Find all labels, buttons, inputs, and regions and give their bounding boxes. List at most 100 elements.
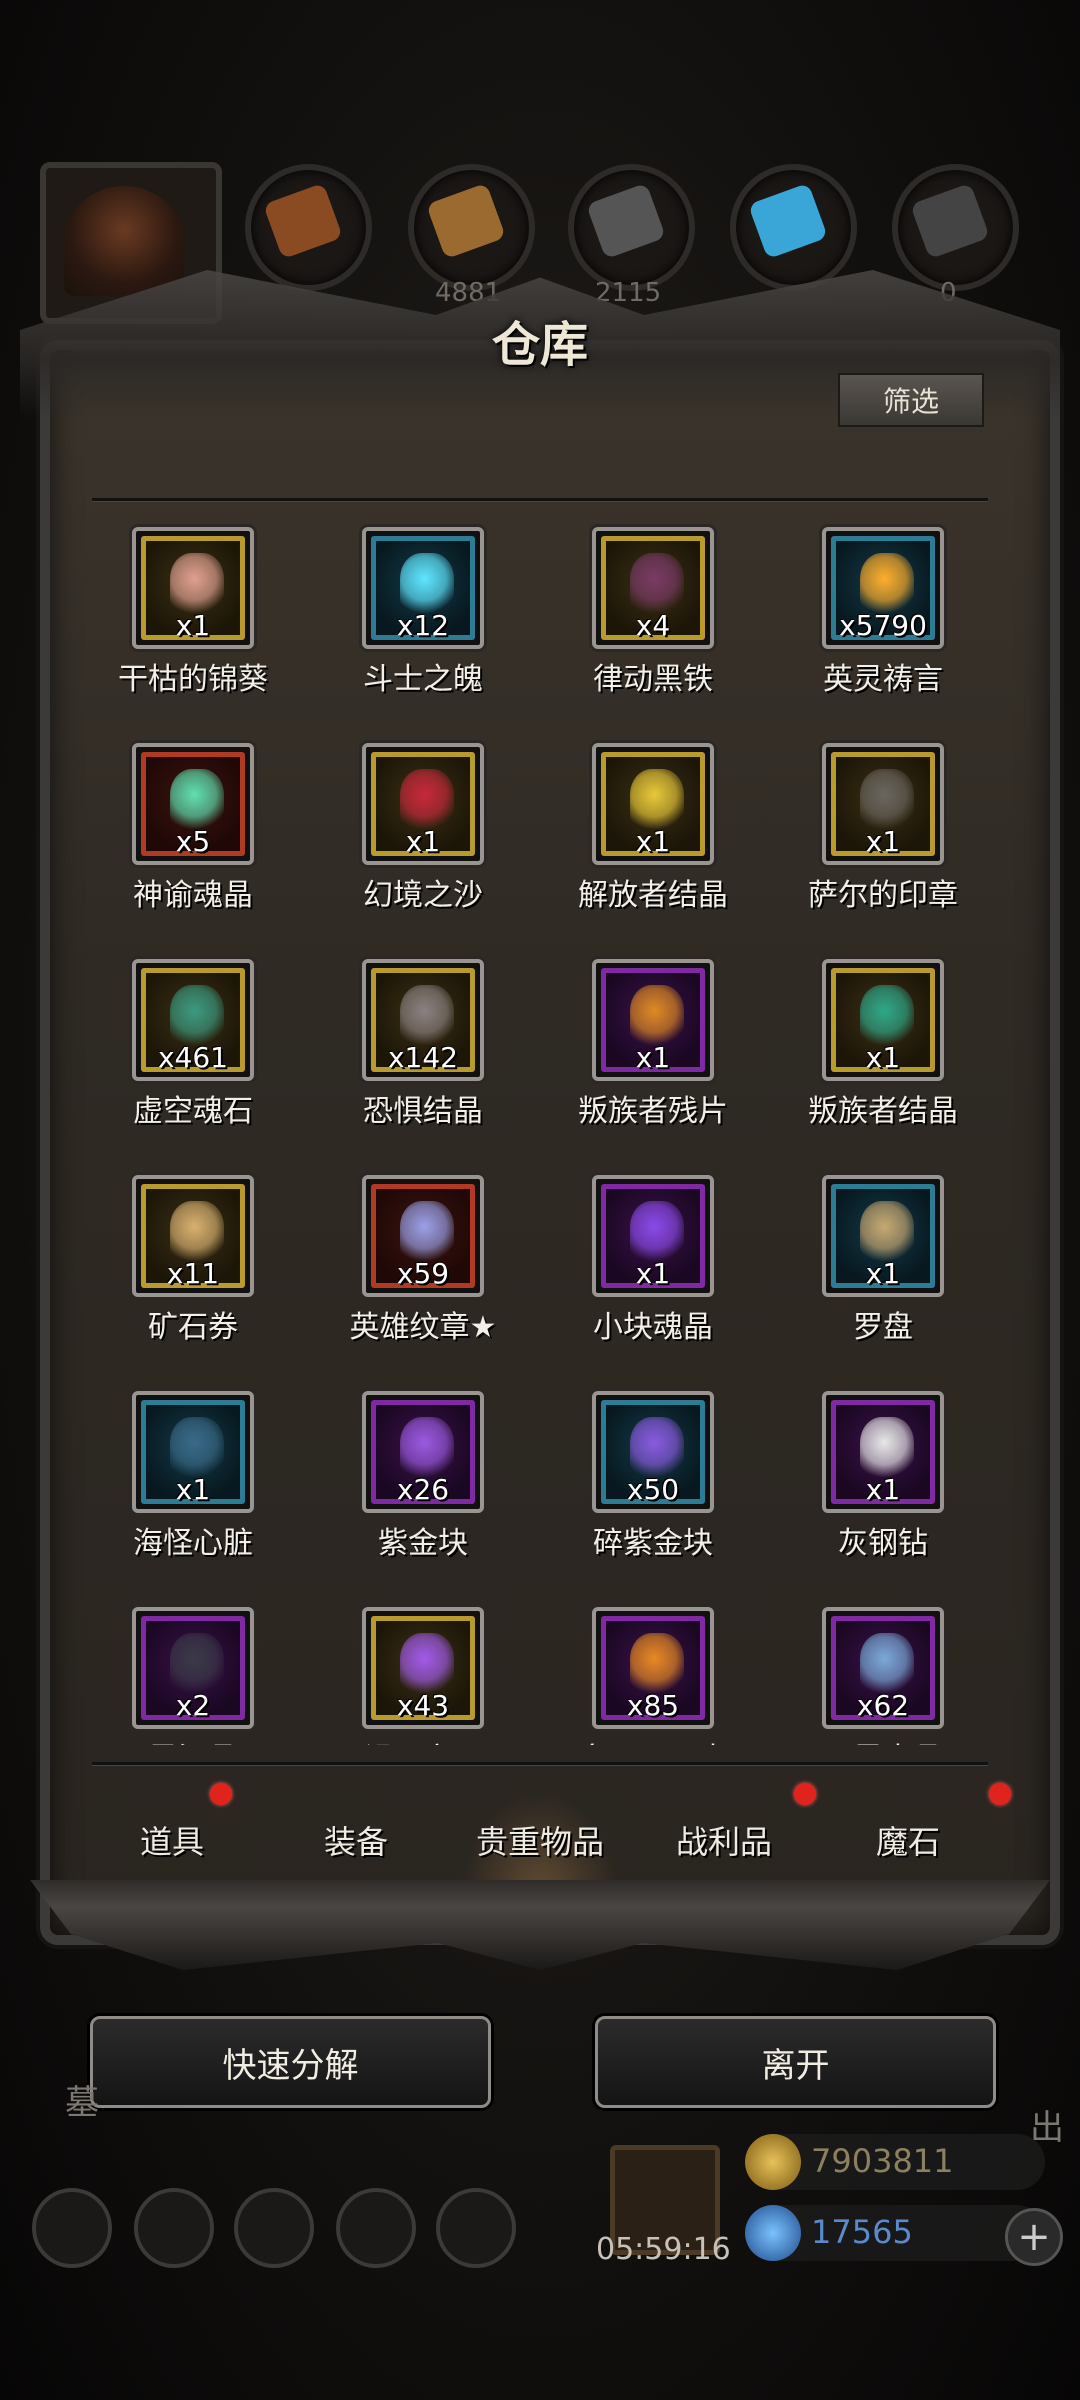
iron-ingot-icon [586,182,666,260]
item-slot[interactable]: x12 [362,527,484,649]
item-cell[interactable]: x1 叛族者结晶 [782,952,988,1168]
item-cell[interactable]: x50 碎紫金块 [552,1384,782,1600]
gift-timer: 05:59:16 [596,2232,731,2267]
item-slot[interactable]: x4 [592,527,714,649]
tab-label: 魔石 [875,1823,940,1861]
item-name: 异界中晶 [782,1734,984,1745]
fear-crystal-icon [400,985,454,1049]
item-grid: x1 干枯的锦葵 x12 斗士之魄 x4 律动黑铁 x5790 英灵祷言 x5 神谕魂晶 x1 幻境之… [92,520,988,1745]
item-slot[interactable]: x1 [592,1175,714,1297]
item-cell[interactable]: x1 小块魂晶 [552,1168,782,1384]
item-cell[interactable]: x62 异界中晶 [782,1600,988,1745]
item-slot[interactable]: x26 [362,1391,484,1513]
item-slot[interactable]: x1 [822,1175,944,1297]
item-cell[interactable]: x12 斗士之魄 [322,520,552,736]
add-gems-button[interactable]: + [1005,2208,1063,2266]
item-cell[interactable]: x4 律动黑铁 [552,520,782,736]
item-cell[interactable]: x43 诅咒之石 [322,1600,552,1745]
item-cell[interactable]: x1 罗盘 [782,1168,988,1384]
settings-gear-icon[interactable] [32,2188,112,2268]
item-cell[interactable]: x5 神谕魂晶 [92,736,322,952]
item-count: x461 [157,1041,228,1074]
item-name: 碎紫金块 [593,1526,713,1561]
item-name: 叛族者残片 [578,1094,728,1129]
item-slot[interactable]: x2 [132,1607,254,1729]
item-cell[interactable]: x1 解放者结晶 [552,736,782,952]
spirit-wood-icon [630,1633,684,1697]
filter-button[interactable]: 筛选 [838,373,984,427]
item-slot[interactable]: x5790 [822,527,944,649]
item-slot[interactable]: x43 [362,1607,484,1729]
heart-icon [170,1417,224,1481]
resource-crystal-orb[interactable] [730,164,857,291]
item-name: 斗士之魄 [363,662,483,697]
diamond-icon [860,1417,914,1481]
notification-dot-loot [794,1783,816,1805]
item-count: x11 [166,1257,220,1290]
item-cell[interactable]: x461 虚空魂石 [92,952,322,1168]
item-slot[interactable]: x1 [822,743,944,865]
item-count: x43 [396,1689,450,1722]
item-slot[interactable]: x1 [362,743,484,865]
item-cell[interactable]: x5790 英灵祷言 [782,520,988,736]
codex-icon[interactable] [234,2188,314,2268]
resource-iron-orb[interactable] [568,164,695,291]
gem-amount: 17565 [811,2213,913,2251]
star-icon[interactable] [134,2188,214,2268]
mail-icon[interactable] [336,2188,416,2268]
purple-crystal-icon [630,1201,684,1265]
item-cell[interactable]: x1 灰钢钻 [782,1384,988,1600]
item-slot[interactable]: x1 [592,743,714,865]
item-count: x1 [865,1473,901,1506]
gold-coin-icon [745,2134,801,2190]
void-stone-icon [170,985,224,1049]
item-slot[interactable]: x50 [592,1391,714,1513]
item-slot[interactable]: x85 [592,1607,714,1729]
item-slot[interactable]: x59 [362,1175,484,1297]
item-cell[interactable]: x142 恐惧结晶 [322,952,552,1168]
item-cell[interactable]: x85 多西亚灵木 [552,1600,782,1745]
item-cell[interactable]: x1 萨尔的印章 [782,736,988,952]
plank-icon [426,182,506,260]
item-count: x12 [396,609,450,642]
item-name: 解放者结晶 [578,878,728,913]
tab-label: 战利品 [675,1823,772,1861]
item-slot[interactable]: x1 [592,959,714,1081]
flower-icon [170,553,224,617]
item-slot[interactable]: x1 [822,1391,944,1513]
item-count: x1 [865,1257,901,1290]
panel-ornament-bottom [30,1880,1050,1970]
item-slot[interactable]: x142 [362,959,484,1081]
item-slot[interactable]: x1 [822,959,944,1081]
resource-plank-orb[interactable] [408,164,535,291]
item-count: x2 [175,1689,211,1722]
item-name: 虚空魂石 [133,1094,253,1129]
item-name: 黑泪晶 [92,1734,294,1745]
item-slot[interactable]: x62 [822,1607,944,1729]
item-cell[interactable]: x1 叛族者残片 [552,952,782,1168]
item-cell[interactable]: x11 矿石券 [92,1168,322,1384]
item-slot[interactable]: x1 [132,1391,254,1513]
item-count: x1 [635,1041,671,1074]
resource-stone-orb[interactable] [892,164,1019,291]
item-cell[interactable]: x1 干枯的锦葵 [92,520,322,736]
item-cell[interactable]: x1 幻境之沙 [322,736,552,952]
item-cell[interactable]: x59 英雄纹章★ [322,1168,552,1384]
item-cell[interactable]: x1 海怪心脏 [92,1384,322,1600]
item-name: 紫金块 [378,1526,468,1561]
grid-bottom-divider [92,1762,988,1765]
resource-wood-orb[interactable] [245,164,372,291]
item-slot[interactable]: x11 [132,1175,254,1297]
item-slot[interactable]: x461 [132,959,254,1081]
leave-button[interactable]: 离开 [595,2016,996,2108]
chat-icon[interactable] [436,2188,516,2268]
item-count: x59 [396,1257,450,1290]
item-cell[interactable]: x2 黑泪晶 [92,1600,322,1745]
item-slot[interactable]: x1 [132,527,254,649]
item-count: x1 [175,1473,211,1506]
item-count: x1 [865,1041,901,1074]
quick-decompose-button[interactable]: 快速分解 [90,2016,491,2108]
blue-gem-icon [745,2205,801,2261]
item-slot[interactable]: x5 [132,743,254,865]
item-cell[interactable]: x26 紫金块 [322,1384,552,1600]
